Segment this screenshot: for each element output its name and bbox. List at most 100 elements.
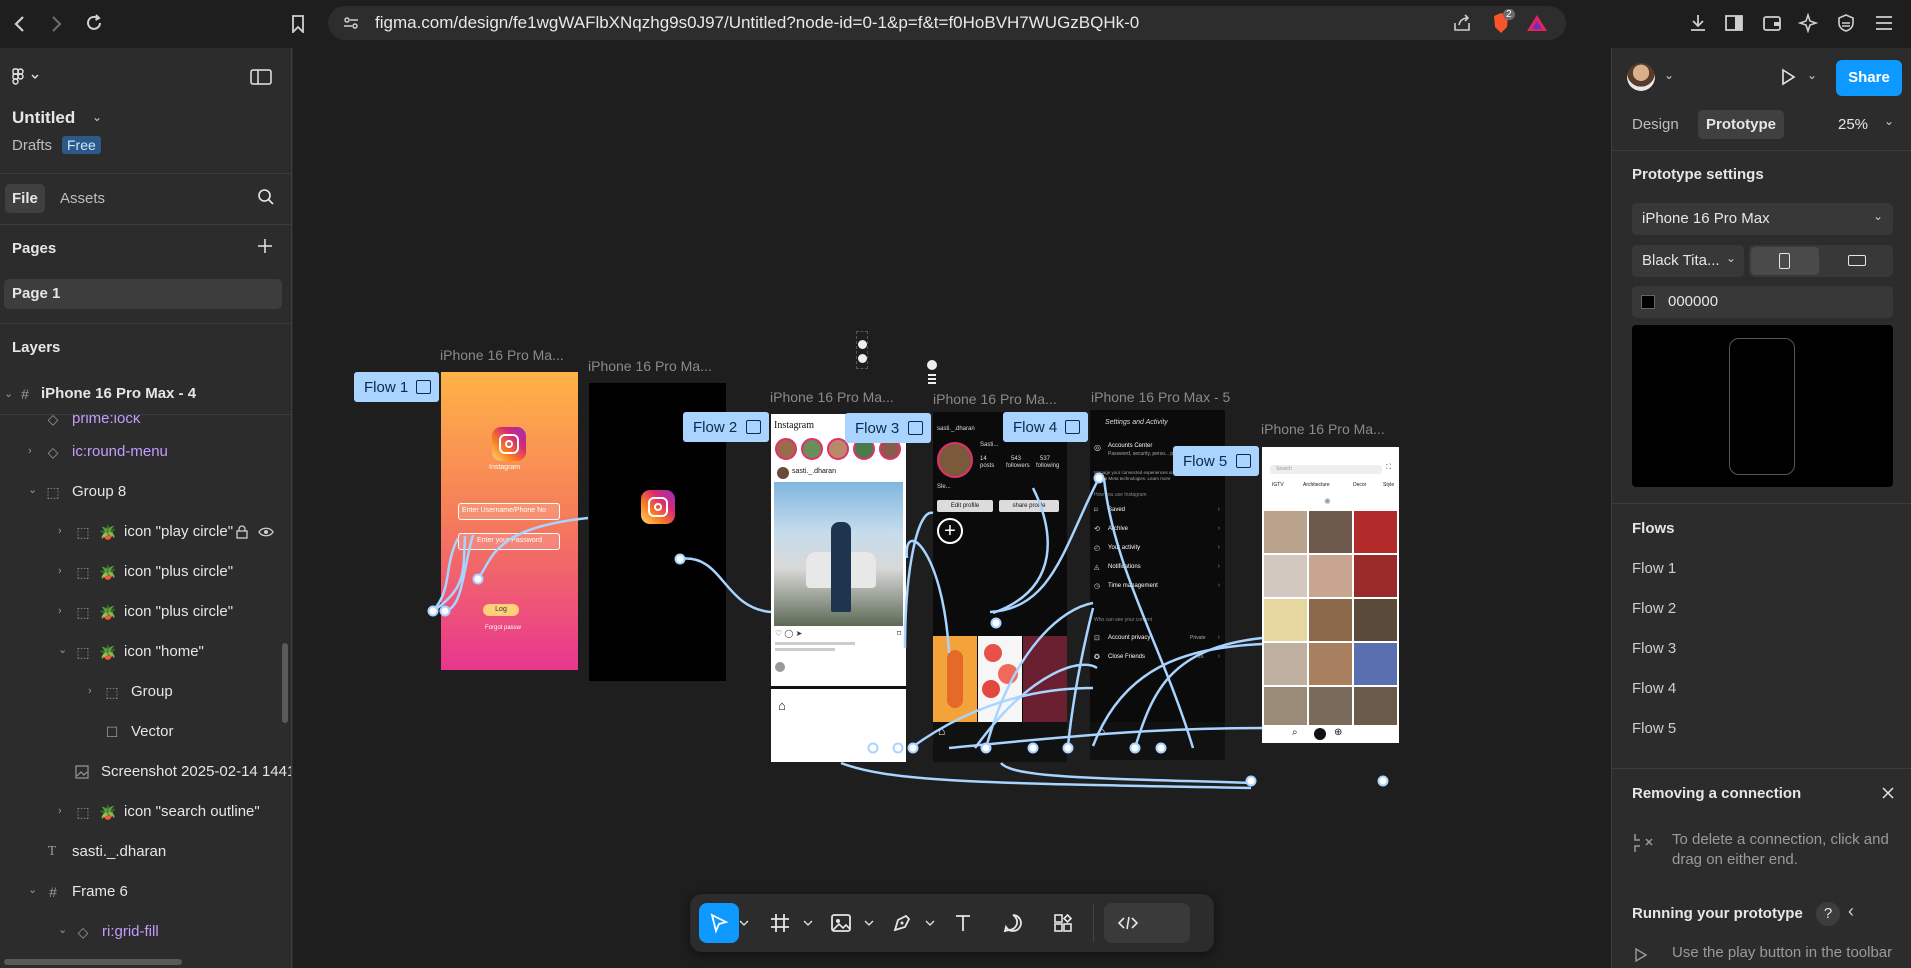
tab-file[interactable]: File (5, 184, 45, 213)
flow-list-item[interactable]: Flow 5 (1632, 720, 1676, 737)
layer-row[interactable]: ⌄ ◇ ri:grid-fill (0, 912, 291, 952)
wallet-icon[interactable] (1760, 11, 1784, 35)
move-tool-menu-icon[interactable] (736, 903, 752, 943)
downloads-icon[interactable] (1686, 11, 1710, 35)
frame-tool-menu-icon[interactable] (800, 903, 816, 943)
flow-tag-2[interactable]: Flow 2 (683, 412, 769, 442)
actions-button[interactable] (1043, 903, 1083, 943)
tab-prototype[interactable]: Prototype (1698, 110, 1785, 139)
flow-play-icon[interactable] (1065, 420, 1080, 434)
chevron-down-icon[interactable]: ⌄ (28, 483, 37, 496)
layer-row[interactable]: Screenshot 2025-02-14 1441 (0, 752, 291, 792)
flow-list-item[interactable]: Flow 3 (1632, 640, 1676, 657)
flow-list-item[interactable]: Flow 2 (1632, 600, 1676, 617)
search-icon[interactable] (257, 188, 275, 211)
flow-tag-3[interactable]: Flow 3 (845, 413, 931, 443)
layer-row[interactable]: › ⬚ 🪴 icon "search outline" (0, 792, 291, 832)
flow-tag-5[interactable]: Flow 5 (1173, 446, 1259, 476)
sidebar-toggle-icon[interactable] (1722, 11, 1746, 35)
chevron-right-icon[interactable]: › (58, 805, 62, 817)
present-chevron-icon[interactable]: ⌄ (1807, 68, 1817, 82)
image-tool-button[interactable] (821, 903, 861, 943)
device-model-select[interactable]: Black Tita... ⌄ (1632, 245, 1744, 277)
flow-list-item[interactable]: Flow 1 (1632, 560, 1676, 577)
chevron-right-icon[interactable]: › (28, 445, 32, 457)
landscape-option[interactable] (1821, 247, 1889, 275)
chevron-down-icon[interactable]: ⌄ (58, 923, 67, 936)
tab-design[interactable]: Design (1632, 116, 1679, 133)
layer-row[interactable]: ⌄ # Frame 6 (0, 872, 291, 912)
portrait-option[interactable] (1751, 247, 1819, 275)
chevron-down-icon[interactable]: ⌄ (58, 643, 67, 656)
browser-menu-icon[interactable] (1872, 11, 1896, 35)
layer-row[interactable]: ⌄ ⬚ Group 8 (0, 472, 291, 512)
image-tool-menu-icon[interactable] (861, 903, 877, 943)
vpn-shield-icon[interactable] (1834, 11, 1858, 35)
close-icon[interactable] (1881, 786, 1895, 805)
background-color-value[interactable]: 000000 (1668, 293, 1718, 310)
color-swatch[interactable] (1641, 295, 1655, 309)
help-icon[interactable]: ? (1816, 902, 1840, 926)
flow-list-item[interactable]: Flow 4 (1632, 680, 1676, 697)
design-canvas[interactable]: iPhone 16 Pro Ma... iPhone 16 Pro Ma... … (293, 48, 1611, 968)
panel-collapse-icon[interactable] (250, 68, 272, 91)
figma-main-menu[interactable] (12, 68, 42, 91)
chevron-right-icon[interactable]: › (88, 685, 92, 697)
text-tool-button[interactable] (943, 903, 983, 943)
forward-icon[interactable] (42, 10, 70, 38)
flow-play-icon[interactable] (746, 420, 761, 434)
zoom-level[interactable]: 25% (1838, 116, 1868, 133)
zoom-chevron-icon[interactable]: ⌄ (1884, 114, 1894, 128)
avatar-chevron-icon[interactable]: ⌄ (1664, 68, 1674, 82)
site-settings-icon[interactable] (342, 14, 360, 37)
leo-ai-icon[interactable] (1796, 11, 1820, 35)
dev-mode-toggle[interactable] (1104, 903, 1190, 943)
chevron-right-icon[interactable]: › (58, 565, 62, 577)
vertical-scrollbar[interactable] (282, 643, 288, 723)
present-play-icon[interactable] (1779, 68, 1797, 91)
chevron-right-icon[interactable]: › (58, 605, 62, 617)
frame-tool-button[interactable] (760, 903, 800, 943)
flow-play-icon[interactable] (416, 380, 431, 394)
eye-icon[interactable] (258, 524, 274, 540)
layer-row[interactable]: T sasti._.dharan (0, 832, 291, 872)
layer-row[interactable]: › ⬚ 🪴 icon "plus circle" (0, 592, 291, 632)
address-bar[interactable]: figma.com/design/fe1wgWAFlbXNqzhg9s0J97/… (328, 6, 1566, 40)
brave-shields-icon[interactable]: 2 (1491, 9, 1515, 35)
file-title[interactable]: Untitled (12, 108, 75, 128)
chevron-right-icon[interactable]: › (58, 525, 62, 537)
device-select[interactable]: iPhone 16 Pro Max ⌄ (1632, 203, 1893, 235)
layer-row[interactable]: ☐ Vector (0, 712, 291, 752)
page-item-page-1[interactable]: Page 1 (4, 279, 282, 309)
lock-icon[interactable] (234, 524, 250, 540)
pen-tool-button[interactable] (882, 903, 922, 943)
flow-play-icon[interactable] (908, 421, 923, 435)
layer-row-selected-frame[interactable]: ⌄ # iPhone 16 Pro Max - 4 (0, 374, 291, 414)
chevron-down-icon[interactable]: ⌄ (4, 387, 13, 400)
file-title-chevron-icon[interactable]: ⌄ (92, 110, 102, 124)
brave-rewards-icon[interactable] (1526, 13, 1548, 38)
collapse-chevron-icon[interactable]: ‹ (1848, 901, 1854, 922)
flow-tag-4[interactable]: Flow 4 (1003, 412, 1088, 442)
flow-tag-1[interactable]: Flow 1 (354, 372, 439, 402)
pen-tool-menu-icon[interactable] (922, 903, 938, 943)
move-tool-button[interactable] (699, 903, 739, 943)
add-page-icon[interactable] (257, 238, 273, 259)
background-color-field[interactable]: 000000 (1632, 286, 1893, 318)
comment-tool-button[interactable] (993, 903, 1033, 943)
prototype-connections[interactable] (293, 48, 1611, 968)
share-button[interactable]: Share (1836, 60, 1902, 96)
back-icon[interactable] (6, 10, 34, 38)
chevron-down-icon[interactable]: ⌄ (28, 883, 37, 896)
layer-row[interactable]: ⌄ ⬚ 🪴 icon "home" (0, 632, 291, 672)
horizontal-scrollbar[interactable] (4, 959, 182, 965)
reload-icon[interactable] (80, 9, 108, 37)
flow-play-icon[interactable] (1236, 454, 1251, 468)
bookmark-icon[interactable] (284, 10, 312, 38)
layer-row[interactable]: › ⬚ Group (0, 672, 291, 712)
layer-row[interactable]: › ◇ ic:round-menu (0, 432, 291, 472)
layer-row[interactable]: › ⬚ 🪴 icon "play circle" (0, 512, 291, 552)
drafts-label[interactable]: Drafts (12, 137, 52, 154)
share-page-icon[interactable] (1452, 13, 1472, 38)
layer-row[interactable]: › ⬚ 🪴 icon "plus circle" (0, 552, 291, 592)
